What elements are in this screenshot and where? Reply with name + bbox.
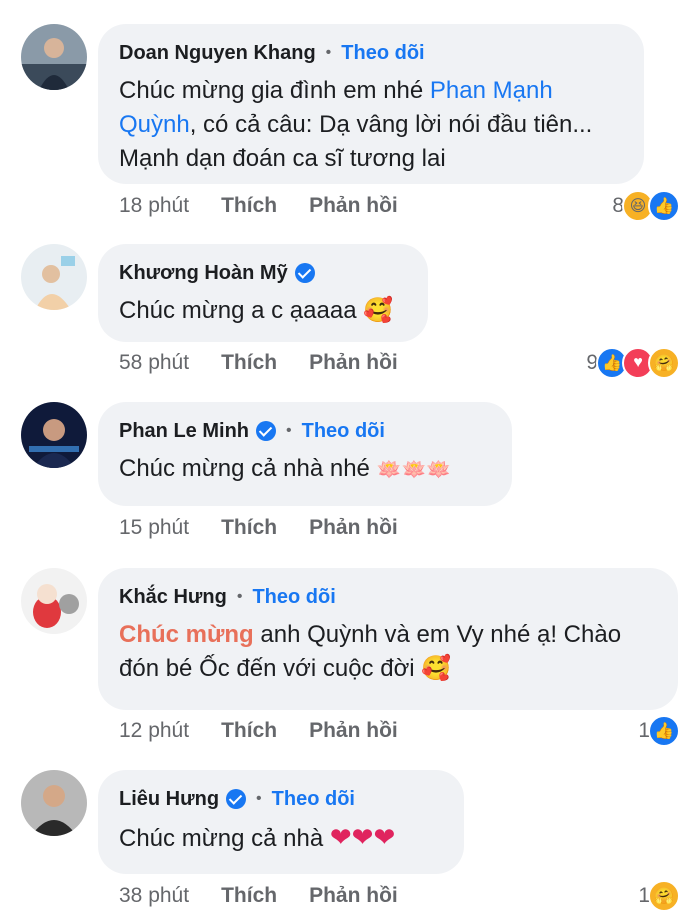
separator-dot: • bbox=[325, 44, 332, 61]
comment-text: Chúc mừng anh Quỳnh và em Vy nhé ạ! Chào… bbox=[119, 618, 657, 686]
like-action[interactable]: Thích bbox=[221, 194, 277, 218]
verified-badge-icon bbox=[294, 263, 315, 283]
timestamp[interactable]: 15 phút bbox=[119, 516, 189, 540]
reply-action[interactable]: Phản hồi bbox=[309, 351, 398, 375]
comment-bubble: Phan Le Minh • Theo dõi Chúc mừng cả nhà… bbox=[98, 402, 512, 506]
care-icon: 🤗 bbox=[648, 347, 680, 379]
lotus-emoji-icon: 🪷 bbox=[426, 459, 452, 481]
comment-text: Chúc mừng gia đình em nhé Phan Mạnh Quỳn… bbox=[119, 77, 593, 172]
care-icon: 🤗 bbox=[648, 880, 680, 912]
comment-bubble: Doan Nguyen Khang • Theo dõi Chúc mừng g… bbox=[98, 24, 644, 184]
reply-action[interactable]: Phản hồi bbox=[309, 719, 398, 743]
reply-action[interactable]: Phản hồi bbox=[309, 194, 398, 218]
commenter-name[interactable]: Doan Nguyen Khang bbox=[119, 40, 316, 66]
commenter-name[interactable]: Phan Le Minh bbox=[119, 418, 249, 444]
heart-emoji-icon: ❤ bbox=[329, 822, 352, 852]
comment-bubble: Liêu Hưng • Theo dõi Chúc mừng cả nhà ❤❤… bbox=[98, 770, 464, 874]
comment-text: Chúc mừng cả nhà ❤❤❤ bbox=[119, 822, 396, 852]
reaction-summary[interactable]: 9 👍 ♥ 🤗 bbox=[586, 347, 680, 379]
avatar[interactable] bbox=[21, 568, 87, 634]
like-icon: 👍 bbox=[648, 190, 680, 222]
comment-meta: 38 phút Thích Phản hồi bbox=[119, 884, 430, 908]
reaction-summary[interactable]: 1 🤗 bbox=[638, 880, 680, 912]
comment-bubble: Khắc Hưng • Theo dõi Chúc mừng anh Quỳnh… bbox=[98, 568, 678, 710]
commenter-name[interactable]: Khương Hoàn Mỹ bbox=[119, 260, 288, 286]
avatar[interactable] bbox=[21, 244, 87, 310]
like-icon: 👍 bbox=[648, 715, 680, 747]
comment-meta: 15 phút Thích Phản hồi bbox=[119, 516, 430, 540]
comment-meta: 12 phút Thích Phản hồi bbox=[119, 719, 430, 743]
timestamp[interactable]: 18 phút bbox=[119, 194, 189, 218]
comment-meta: 58 phút Thích Phản hồi bbox=[119, 351, 430, 375]
comment-bubble: Khương Hoàn Mỹ Chúc mừng a c ạaaaa 🥰 bbox=[98, 244, 428, 342]
separator-dot: • bbox=[256, 790, 262, 807]
follow-button[interactable]: Theo dõi bbox=[302, 418, 385, 444]
smiling-hearts-emoji-icon: 🥰 bbox=[421, 655, 452, 682]
smiling-hearts-emoji-icon: 🥰 bbox=[363, 297, 394, 324]
reaction-summary[interactable]: 1 👍 bbox=[638, 715, 680, 747]
highlighted-text: Chúc mừng bbox=[119, 621, 254, 648]
avatar[interactable] bbox=[21, 402, 87, 468]
reply-action[interactable]: Phản hồi bbox=[309, 884, 398, 908]
lotus-emoji-icon: 🪷 bbox=[401, 459, 427, 481]
comment-text: Chúc mừng a c ạaaaa 🥰 bbox=[119, 294, 407, 328]
timestamp[interactable]: 58 phút bbox=[119, 351, 189, 375]
heart-emoji-icon: ❤ bbox=[373, 822, 396, 852]
heart-emoji-icon: ❤ bbox=[351, 822, 374, 852]
separator-dot: • bbox=[286, 422, 292, 439]
timestamp[interactable]: 38 phút bbox=[119, 884, 189, 908]
lotus-emoji-icon: 🪷 bbox=[376, 459, 402, 481]
avatar[interactable] bbox=[21, 770, 87, 836]
reply-action[interactable]: Phản hồi bbox=[309, 516, 398, 540]
comment-text: Chúc mừng cả nhà nhé 🪷🪷🪷 bbox=[119, 455, 452, 482]
like-action[interactable]: Thích bbox=[221, 719, 277, 743]
verified-badge-icon bbox=[256, 421, 276, 441]
follow-button[interactable]: Theo dõi bbox=[272, 786, 355, 812]
verified-badge-icon bbox=[226, 789, 247, 809]
like-action[interactable]: Thích bbox=[221, 516, 277, 540]
avatar[interactable] bbox=[21, 24, 87, 90]
timestamp[interactable]: 12 phút bbox=[119, 719, 189, 743]
separator-dot: • bbox=[236, 588, 243, 605]
comment-meta: 18 phút Thích Phản hồi bbox=[119, 194, 430, 218]
follow-button[interactable]: Theo dõi bbox=[341, 40, 424, 66]
commenter-name[interactable]: Liêu Hưng bbox=[119, 786, 219, 812]
like-action[interactable]: Thích bbox=[221, 884, 277, 908]
reaction-summary[interactable]: 8 😆 👍 bbox=[612, 190, 680, 222]
follow-button[interactable]: Theo dõi bbox=[252, 584, 335, 610]
like-action[interactable]: Thích bbox=[221, 351, 277, 375]
commenter-name[interactable]: Khắc Hưng bbox=[119, 584, 227, 610]
